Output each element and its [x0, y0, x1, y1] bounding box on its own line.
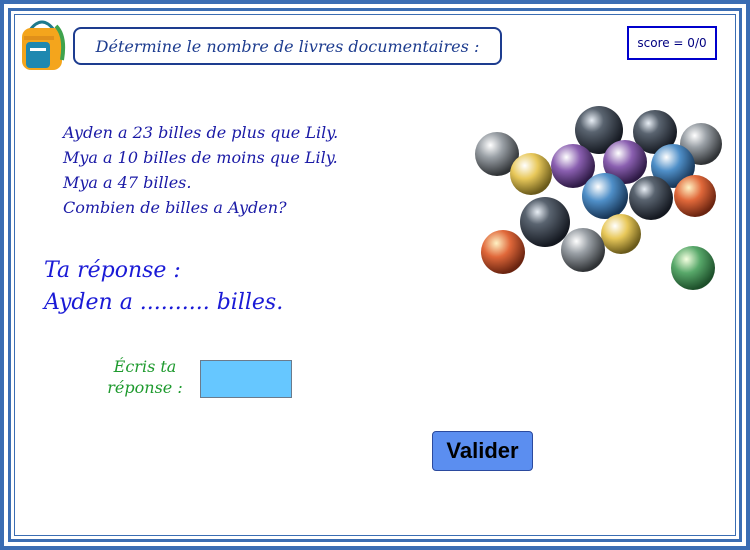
- validate-button[interactable]: Valider: [432, 431, 533, 471]
- marbles-image: [473, 104, 725, 294]
- statement-line: Ayden a 23 billes de plus que Lily.: [63, 123, 339, 142]
- answer-sentence: Ayden a .......... billes.: [44, 290, 284, 315]
- input-label: Écris ta réponse :: [107, 357, 183, 397]
- statement-line: Combien de billes a Ayden?: [63, 198, 287, 217]
- question-title: Détermine le nombre de livres documentai…: [73, 27, 502, 65]
- statement-line: Mya a 10 billes de moins que Lily.: [63, 148, 338, 167]
- answer-prompt: Ta réponse : Ayden a .......... billes.: [44, 255, 283, 319]
- backpack-icon: [22, 20, 66, 70]
- score-display: score = 0/0: [627, 26, 717, 60]
- statement-line: Mya a 47 billes.: [63, 173, 192, 192]
- answer-label-line: Ta réponse :: [44, 258, 181, 283]
- answer-input[interactable]: [200, 360, 292, 398]
- problem-statement: Ayden a 23 billes de plus que Lily. Mya …: [63, 120, 338, 220]
